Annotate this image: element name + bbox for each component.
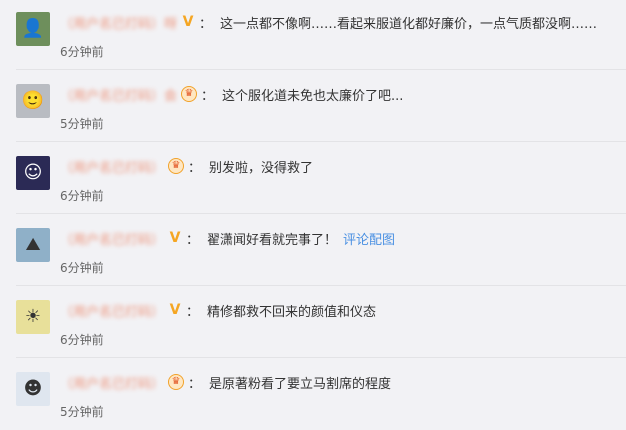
comment-item: ☺ （用户名已打码） ♛ ： 别发啦，没得救了 6分钟前 [0,144,626,214]
verified-v-icon: V [169,230,181,246]
user-avatar[interactable]: 🙂 [16,84,50,118]
username[interactable]: （用户名已打码） [60,157,164,176]
comment-item: 🙂 （用户名已打码）会 ♛ ： 这个服化道未免也太廉价了吧... 5分钟前 [0,72,626,142]
crown-badge-icon: ♛ [168,158,185,174]
username[interactable]: （用户名已打码）会 [60,85,177,104]
user-avatar[interactable]: 👤 [16,12,50,46]
comment-text: 这一点都不像啊……看起来服道化都好廉价，一点气质都没啊…… [220,16,598,32]
comment-list: 👤 （用户名已打码）呀 V ： 这一点都不像啊……看起来服道化都好廉价，一点气质… [0,0,626,422]
comment-time: 5分钟前 [60,405,104,419]
username[interactable]: （用户名已打码） [60,373,164,392]
comment-item: ☻ （用户名已打码） ♛ ： 是原著粉看了要立马割席的程度 5分钟前 [0,360,626,430]
user-avatar[interactable]: ☀ [16,300,50,334]
verified-v-icon: V [182,14,194,30]
divider [16,69,626,70]
user-avatar[interactable]: ☻ [16,372,50,406]
crown-badge-icon: ♛ [181,86,198,102]
comment-text: 这个服化道未免也太廉价了吧... [222,88,404,104]
username[interactable]: （用户名已打码）呀 [60,13,177,32]
landscape-avatar-icon: ⛰ [25,234,41,255]
comment-text: 别发啦，没得救了 [209,160,314,176]
divider [16,357,626,358]
comment-time: 6分钟前 [60,45,104,59]
portrait-avatar-icon: 🙂 [21,90,45,111]
comment-time: 6分钟前 [60,333,104,347]
verified-v-icon: V [169,302,181,318]
comment-text: 是原著粉看了要立马割席的程度 [209,376,392,392]
comment-item: ⛰ （用户名已打码） V ： 翟潇闻好看就完事了！ 评论配图 6分钟前 [0,216,626,286]
user-avatar[interactable]: ⛰ [16,228,50,262]
comment-text: 翟潇闻好看就完事了！ [207,232,338,248]
user-avatar[interactable]: ☺ [16,156,50,190]
divider [16,285,626,286]
divider [16,141,626,142]
comment-time: 5分钟前 [60,117,104,131]
username[interactable]: （用户名已打码） [60,301,164,320]
anime-avatar-icon: ☺ [23,162,43,183]
cartoon-avatar-icon: ☻ [23,378,43,399]
yellow-avatar-icon: ☀ [24,306,42,327]
divider [16,213,626,214]
comment-time: 6分钟前 [60,261,104,275]
comment-time: 6分钟前 [60,189,104,203]
username[interactable]: （用户名已打码） [60,229,164,248]
comment-image-link[interactable]: 评论配图 [343,229,395,248]
comment-text: 精修都救不回来的颜值和仪态 [207,304,377,320]
comment-item: 👤 （用户名已打码）呀 V ： 这一点都不像啊……看起来服道化都好廉价，一点气质… [0,0,626,70]
comment-item: ☀ （用户名已打码） V ： 精修都救不回来的颜值和仪态 6分钟前 [0,288,626,358]
crown-badge-icon: ♛ [168,374,185,390]
person-avatar-icon: 👤 [21,18,45,39]
